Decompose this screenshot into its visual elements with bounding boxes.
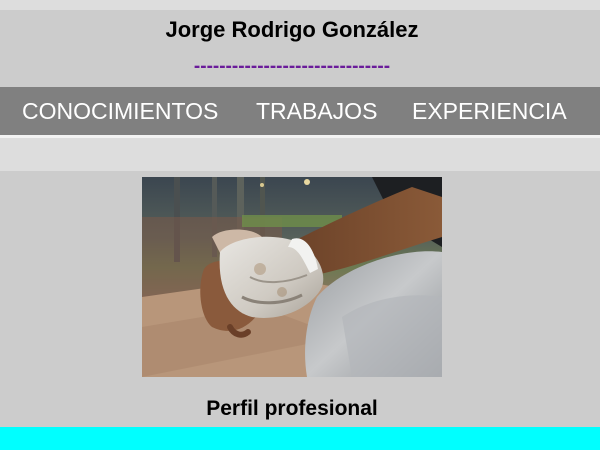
spacer-band — [0, 138, 600, 171]
nav-item-experiencia[interactable]: EXPERIENCIA — [412, 98, 567, 124]
site-header: Jorge Rodrigo González -----------------… — [0, 10, 600, 87]
nav-item-trabajos[interactable]: TRABAJOS — [256, 98, 377, 124]
nav-item-conocimientos[interactable]: CONOCIMIENTOS — [22, 98, 218, 124]
profile-section: Perfil profesional — [0, 171, 600, 427]
site-title: Jorge Rodrigo González — [165, 17, 419, 42]
title-separator: ------------------------------- — [193, 56, 391, 77]
main-nav: CONOCIMIENTOS TRABAJOS EXPERIENCIA — [0, 87, 600, 135]
footer-bar — [0, 427, 600, 450]
section-title: Perfil profesional — [206, 397, 378, 420]
top-strip — [0, 0, 600, 10]
profile-photo — [142, 177, 442, 377]
